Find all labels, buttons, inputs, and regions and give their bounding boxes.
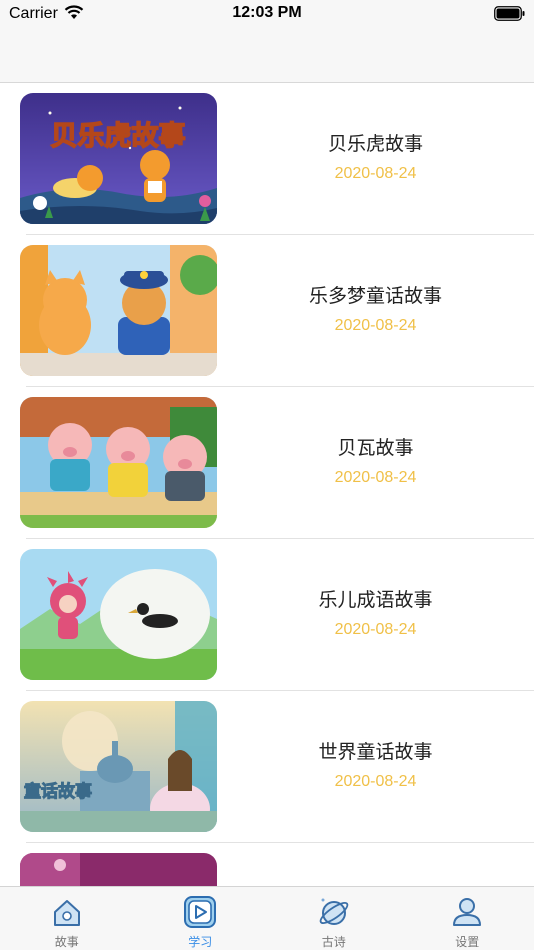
story-thumbnail — [20, 397, 217, 528]
tab-poems[interactable]: 古诗 — [267, 887, 401, 950]
beilehu-thumbnail-image: 贝乐虎故事 — [20, 93, 217, 224]
story-list[interactable]: 贝乐虎故事 贝乐虎故事 2020-08-24 乐多梦童话故事 2020-08-2… — [0, 83, 534, 886]
story-date: 2020-08-24 — [334, 773, 417, 790]
tab-stories-label: 故事 — [54, 935, 79, 949]
story-thumbnail — [20, 853, 217, 886]
story-title: 乐儿成语故事 — [318, 589, 433, 611]
world-fairy-thumbnail-image: 童话故事 — [20, 701, 217, 832]
status-bar: Carrier 12:03 PM — [0, 0, 534, 28]
story-thumbnail: 贝乐虎故事 — [20, 93, 217, 224]
leduomeng-thumbnail-image — [20, 245, 217, 376]
story-date: 2020-08-24 — [334, 165, 417, 182]
story-title: 贝瓦故事 — [337, 437, 414, 459]
thumbnail-caption: 贝乐虎故事 — [51, 121, 186, 152]
play-icon — [184, 896, 217, 928]
tab-settings[interactable]: 设置 — [401, 887, 534, 950]
clock-time: 12:03 PM — [232, 4, 302, 21]
battery-icon — [494, 6, 525, 21]
beiwa-thumbnail-image — [20, 397, 217, 528]
navigation-bar — [0, 28, 534, 83]
story-date: 2020-08-24 — [334, 621, 417, 638]
story-title: 世界童话故事 — [318, 741, 433, 763]
tab-learning[interactable]: 学习 — [134, 887, 268, 950]
story-thumbnail — [20, 549, 217, 680]
tab-learning-label: 学习 — [188, 935, 213, 949]
story-row-beiwa[interactable]: 贝瓦故事 2020-08-24 — [0, 387, 534, 539]
story-row-beilehu[interactable]: 贝乐虎故事 贝乐虎故事 2020-08-24 — [0, 83, 534, 235]
story-row-leduomeng[interactable]: 乐多梦童话故事 2020-08-24 — [0, 235, 534, 387]
story-thumbnail — [20, 245, 217, 376]
story-date: 2020-08-24 — [334, 317, 417, 334]
story-row-partial[interactable] — [0, 843, 534, 886]
partial-thumbnail-image — [20, 853, 217, 886]
tab-stories[interactable]: 故事 — [0, 887, 134, 950]
story-row-leer[interactable]: 乐儿成语故事 2020-08-24 — [0, 539, 534, 691]
house-icon — [53, 900, 80, 926]
story-title: 贝乐虎故事 — [327, 133, 423, 155]
tab-poems-label: 古诗 — [321, 935, 346, 949]
leer-thumbnail-image — [20, 549, 217, 680]
story-date: 2020-08-24 — [334, 469, 417, 486]
story-title: 乐多梦童话故事 — [308, 285, 442, 307]
story-thumbnail: 童话故事 — [20, 701, 217, 832]
user-icon — [453, 898, 482, 926]
story-row-world-fairy[interactable]: 童话故事 世界童话故事 2020-08-24 — [0, 691, 534, 843]
planet-icon — [319, 898, 349, 925]
tab-bar: 故事 学习 古诗 设置 — [0, 886, 534, 950]
thumbnail-caption: 童话故事 — [24, 781, 92, 802]
tab-settings-label: 设置 — [455, 935, 480, 949]
